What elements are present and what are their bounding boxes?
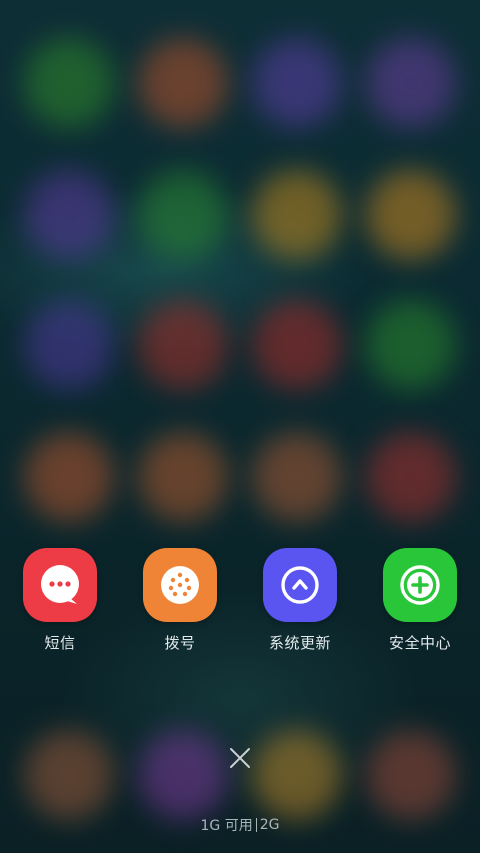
memory-divider bbox=[255, 818, 257, 832]
blur-shape bbox=[366, 432, 456, 522]
blur-shape bbox=[24, 432, 114, 522]
blur-shape bbox=[252, 730, 342, 820]
shield-plus-icon bbox=[400, 565, 440, 605]
blur-shape bbox=[138, 300, 228, 390]
message-dots-icon bbox=[41, 565, 79, 604]
app-icon-sms[interactable] bbox=[23, 548, 97, 622]
blur-shape bbox=[138, 170, 228, 260]
blur-shape bbox=[138, 730, 228, 820]
blur-shape bbox=[252, 432, 342, 522]
memory-total: 2G bbox=[259, 817, 280, 833]
dialpad-icon bbox=[161, 566, 199, 604]
blur-shape bbox=[366, 300, 456, 390]
blur-shape bbox=[24, 730, 114, 820]
blur-shape bbox=[366, 38, 456, 128]
memory-available: 1G 可用 bbox=[200, 818, 253, 834]
blur-shape bbox=[252, 300, 342, 390]
app-sms[interactable]: 短信 bbox=[0, 548, 120, 653]
blur-shape bbox=[138, 432, 228, 522]
recent-apps-tray: 短信 拨号 系统更新 安全中心 bbox=[0, 548, 480, 668]
blur-shape bbox=[366, 170, 456, 260]
app-system-update[interactable]: 系统更新 bbox=[240, 548, 360, 653]
blurred-background bbox=[0, 0, 480, 853]
blur-shape bbox=[24, 38, 114, 128]
close-all-button[interactable] bbox=[224, 742, 256, 774]
blur-shape bbox=[24, 300, 114, 390]
blur-shape bbox=[252, 38, 342, 128]
app-icon-security-center[interactable] bbox=[383, 548, 457, 622]
memory-status: 1G 可用 2G bbox=[0, 815, 480, 835]
blur-shape bbox=[138, 38, 228, 128]
app-label: 系统更新 bbox=[268, 634, 331, 652]
update-arrow-icon bbox=[281, 566, 319, 604]
blur-shape bbox=[24, 170, 114, 260]
app-label: 短信 bbox=[44, 634, 76, 652]
app-icon-dialer[interactable] bbox=[143, 548, 217, 622]
close-icon bbox=[230, 748, 250, 768]
app-label: 安全中心 bbox=[388, 634, 451, 652]
app-security-center[interactable]: 安全中心 bbox=[360, 548, 480, 653]
blur-shape bbox=[366, 730, 456, 820]
blur-shape bbox=[252, 170, 342, 260]
app-dialer[interactable]: 拨号 bbox=[120, 548, 240, 653]
app-icon-system-update[interactable] bbox=[263, 548, 337, 622]
app-label: 拨号 bbox=[164, 634, 196, 652]
